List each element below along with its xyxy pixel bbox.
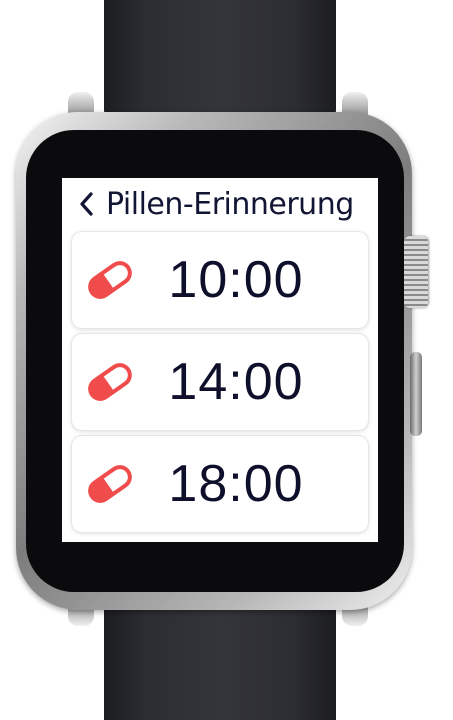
pill-icon: [78, 248, 142, 312]
app-header: Pillen-Erinnerung: [62, 178, 378, 230]
pill-icon: [78, 350, 142, 414]
reminder-time: 10:00: [168, 251, 304, 309]
reminder-time: 14:00: [168, 353, 304, 411]
watch-mockup: Pillen-Erinnerung 10:00 14:00 18:00: [0, 0, 453, 720]
page-title: Pillen-Erinnerung: [106, 186, 354, 222]
side-button[interactable]: [410, 352, 422, 436]
watch-band-bottom: [104, 598, 336, 720]
reminder-item[interactable]: 14:00: [72, 334, 368, 430]
watch-screen: Pillen-Erinnerung 10:00 14:00 18:00: [62, 178, 378, 542]
digital-crown[interactable]: [404, 236, 428, 308]
chevron-left-icon[interactable]: [70, 178, 104, 230]
reminder-time: 18:00: [168, 455, 304, 513]
reminder-item[interactable]: 18:00: [72, 436, 368, 532]
reminder-item[interactable]: 10:00: [72, 232, 368, 328]
pill-icon: [78, 452, 142, 516]
watch-band-top: [104, 0, 336, 120]
